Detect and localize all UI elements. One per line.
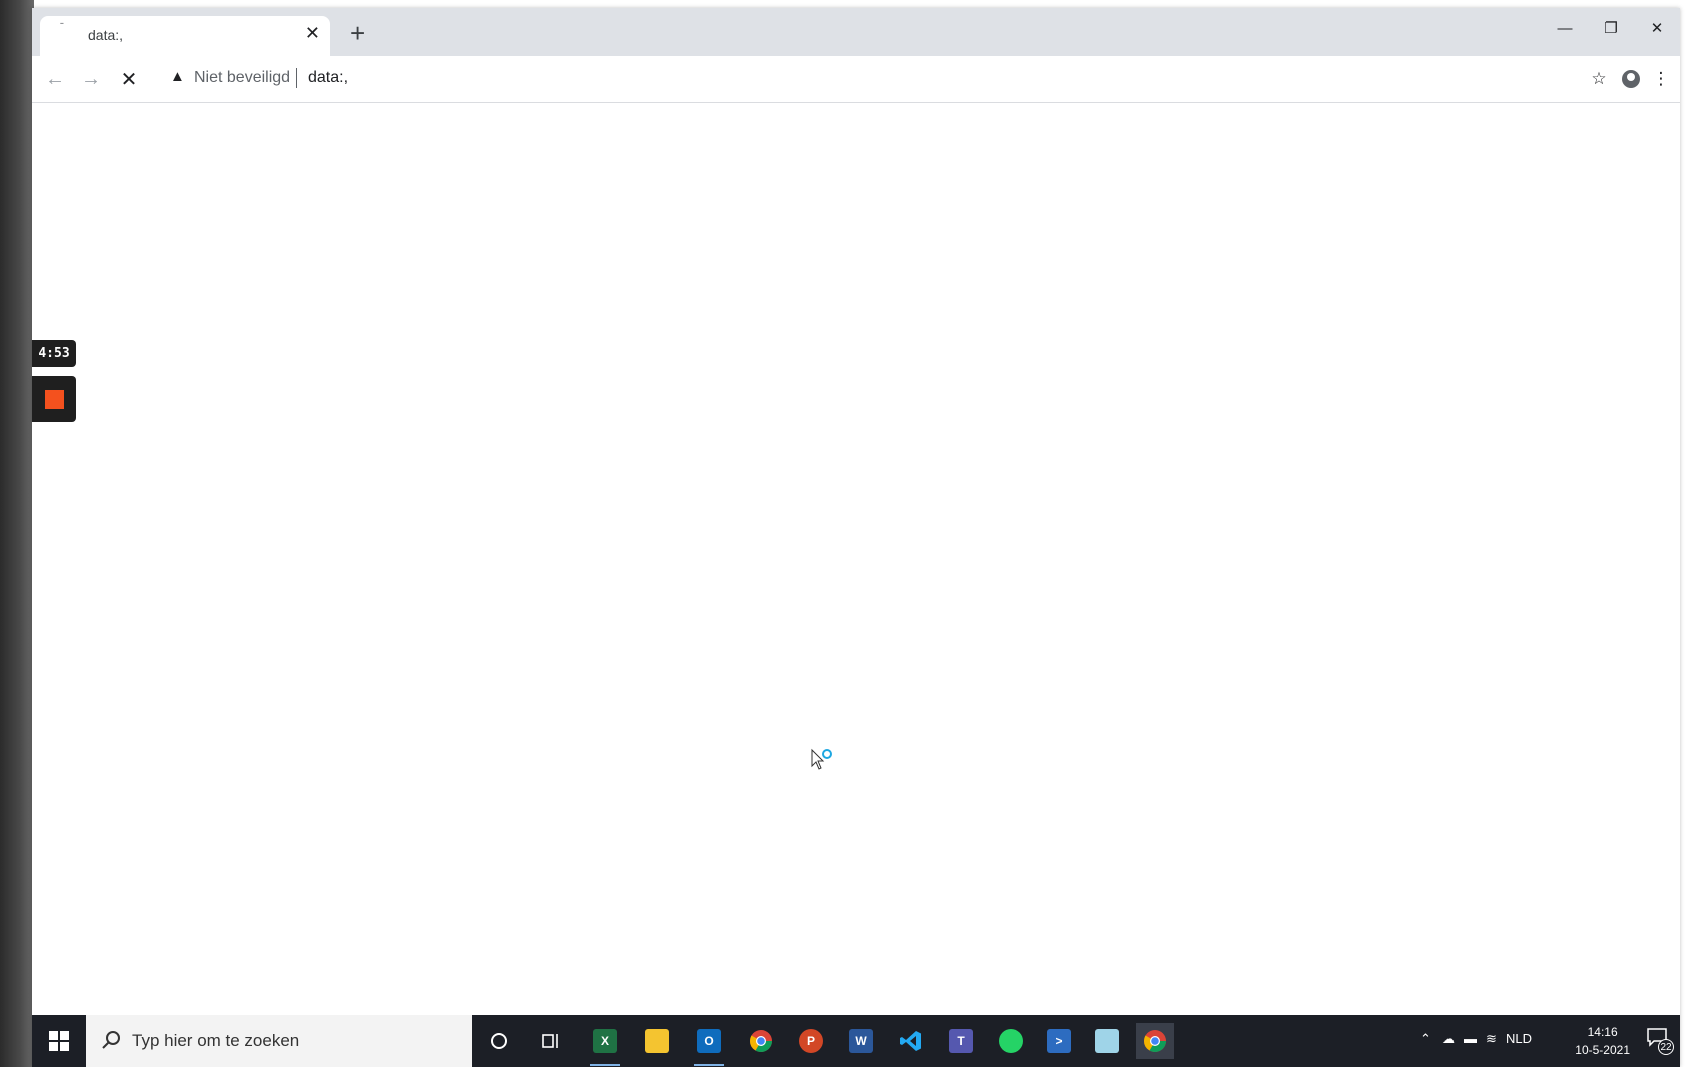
- clock-time: 14:16: [1587, 1025, 1618, 1039]
- tab-close-icon[interactable]: ✕: [305, 23, 320, 44]
- notification-center-button[interactable]: 22: [1646, 1027, 1674, 1055]
- notepad-icon: [1095, 1029, 1119, 1053]
- clock[interactable]: 14:16 10-5-2021: [1575, 1023, 1630, 1059]
- address-bar[interactable]: ▲ Niet beveiligd data:,: [160, 61, 1510, 95]
- forward-button[interactable]: →: [76, 64, 106, 94]
- omnibox-divider: [296, 68, 297, 88]
- back-button[interactable]: ←: [40, 64, 70, 94]
- browser-tab[interactable]: ˉ data:, ✕: [40, 16, 330, 56]
- folder-icon: [645, 1029, 669, 1053]
- teams-icon: T: [949, 1029, 973, 1053]
- outlook-icon: O: [697, 1029, 721, 1053]
- new-tab-button[interactable]: +: [350, 20, 365, 46]
- taskbar: Typ hier om te zoeken X O P W T > ⌃ ☁ ▬ …: [32, 1015, 1680, 1067]
- busy-cursor-icon: [811, 748, 832, 770]
- stop-loading-button[interactable]: ✕: [114, 64, 144, 94]
- device-frame-edge: [0, 0, 34, 1067]
- chrome-icon: [1144, 1030, 1166, 1052]
- vscode-taskbar-button[interactable]: [892, 1023, 930, 1059]
- outlook-taskbar-button[interactable]: O: [690, 1023, 728, 1066]
- person-icon: [1622, 70, 1640, 88]
- clock-date: 10-5-2021: [1575, 1043, 1630, 1057]
- battery-icon[interactable]: ▬: [1464, 1031, 1477, 1046]
- whatsapp-icon: [999, 1029, 1023, 1053]
- system-tray: ⌃ ☁ ▬ ≋ NLD 14:16 10-5-2021 22: [1420, 1015, 1680, 1067]
- file-explorer-taskbar-button[interactable]: [638, 1023, 676, 1059]
- tab-strip: ˉ data:, ✕ + — ❐ ✕: [32, 8, 1680, 56]
- restore-button[interactable]: ❐: [1588, 8, 1634, 48]
- bookmark-button[interactable]: ☆: [1584, 64, 1614, 94]
- chrome-icon: [750, 1030, 772, 1052]
- loading-favicon-icon: ˉ: [60, 20, 64, 34]
- cortana-icon: [491, 1033, 507, 1049]
- security-status[interactable]: Niet beveiligd: [194, 69, 290, 87]
- whatsapp-taskbar-button[interactable]: [992, 1023, 1030, 1059]
- star-icon: ☆: [1591, 69, 1607, 88]
- task-view-button[interactable]: [532, 1023, 570, 1059]
- task-view-icon: [542, 1034, 558, 1048]
- search-icon: [102, 1031, 120, 1049]
- active-indicator: [694, 1064, 724, 1066]
- chrome-taskbar-button[interactable]: [1136, 1023, 1174, 1059]
- warning-icon: ▲: [170, 68, 185, 85]
- url-text[interactable]: data:,: [308, 69, 348, 87]
- minimize-button[interactable]: —: [1542, 8, 1588, 48]
- notepad-taskbar-button[interactable]: [1088, 1023, 1126, 1059]
- vscode-icon: [900, 1031, 921, 1051]
- windows-logo-icon: [49, 1031, 69, 1051]
- teams-taskbar-button[interactable]: T: [942, 1023, 980, 1059]
- window-controls: — ❐ ✕: [1542, 8, 1680, 56]
- excel-icon: X: [593, 1029, 617, 1053]
- word-taskbar-button[interactable]: W: [842, 1023, 880, 1059]
- chevron-up-icon[interactable]: ⌃: [1420, 1031, 1431, 1047]
- stop-recording-button[interactable]: [32, 376, 76, 422]
- active-indicator: [590, 1064, 620, 1066]
- more-vert-icon: ⋮: [1652, 69, 1670, 88]
- arrow-left-icon: ←: [45, 67, 65, 90]
- tab-title: data:,: [88, 27, 124, 43]
- browser-toolbar: ← → ✕ ▲ Niet beveiligd data:, ☆ ⋮: [32, 56, 1680, 103]
- arrow-right-icon: →: [81, 67, 101, 90]
- chrome-profile-taskbar-button[interactable]: [742, 1023, 780, 1059]
- notification-count-badge: 22: [1658, 1039, 1674, 1055]
- screen: ˉ data:, ✕ + — ❐ ✕ ← → ✕ ▲ Niet beveilig…: [32, 8, 1680, 1067]
- page-content: [32, 103, 1680, 1015]
- powershell-taskbar-button[interactable]: >: [1040, 1023, 1078, 1059]
- wifi-icon[interactable]: ≋: [1486, 1031, 1497, 1047]
- powerpoint-icon: P: [799, 1029, 823, 1053]
- powerpoint-taskbar-button[interactable]: P: [792, 1023, 830, 1059]
- powershell-icon: >: [1047, 1029, 1071, 1053]
- excel-taskbar-button[interactable]: X: [586, 1023, 624, 1066]
- stop-icon: [44, 389, 64, 409]
- recording-timer: 4:53: [32, 340, 76, 367]
- language-indicator[interactable]: NLD: [1506, 1031, 1532, 1046]
- onedrive-icon[interactable]: ☁: [1442, 1031, 1455, 1047]
- close-icon: ✕: [120, 68, 138, 91]
- cortana-button[interactable]: [480, 1023, 518, 1059]
- menu-button[interactable]: ⋮: [1646, 64, 1676, 94]
- window-close-button[interactable]: ✕: [1634, 8, 1680, 48]
- profile-button[interactable]: [1616, 64, 1646, 94]
- start-button[interactable]: [32, 1015, 86, 1067]
- taskbar-search[interactable]: Typ hier om te zoeken: [86, 1015, 472, 1067]
- search-placeholder: Typ hier om te zoeken: [132, 1031, 300, 1050]
- word-icon: W: [849, 1029, 873, 1053]
